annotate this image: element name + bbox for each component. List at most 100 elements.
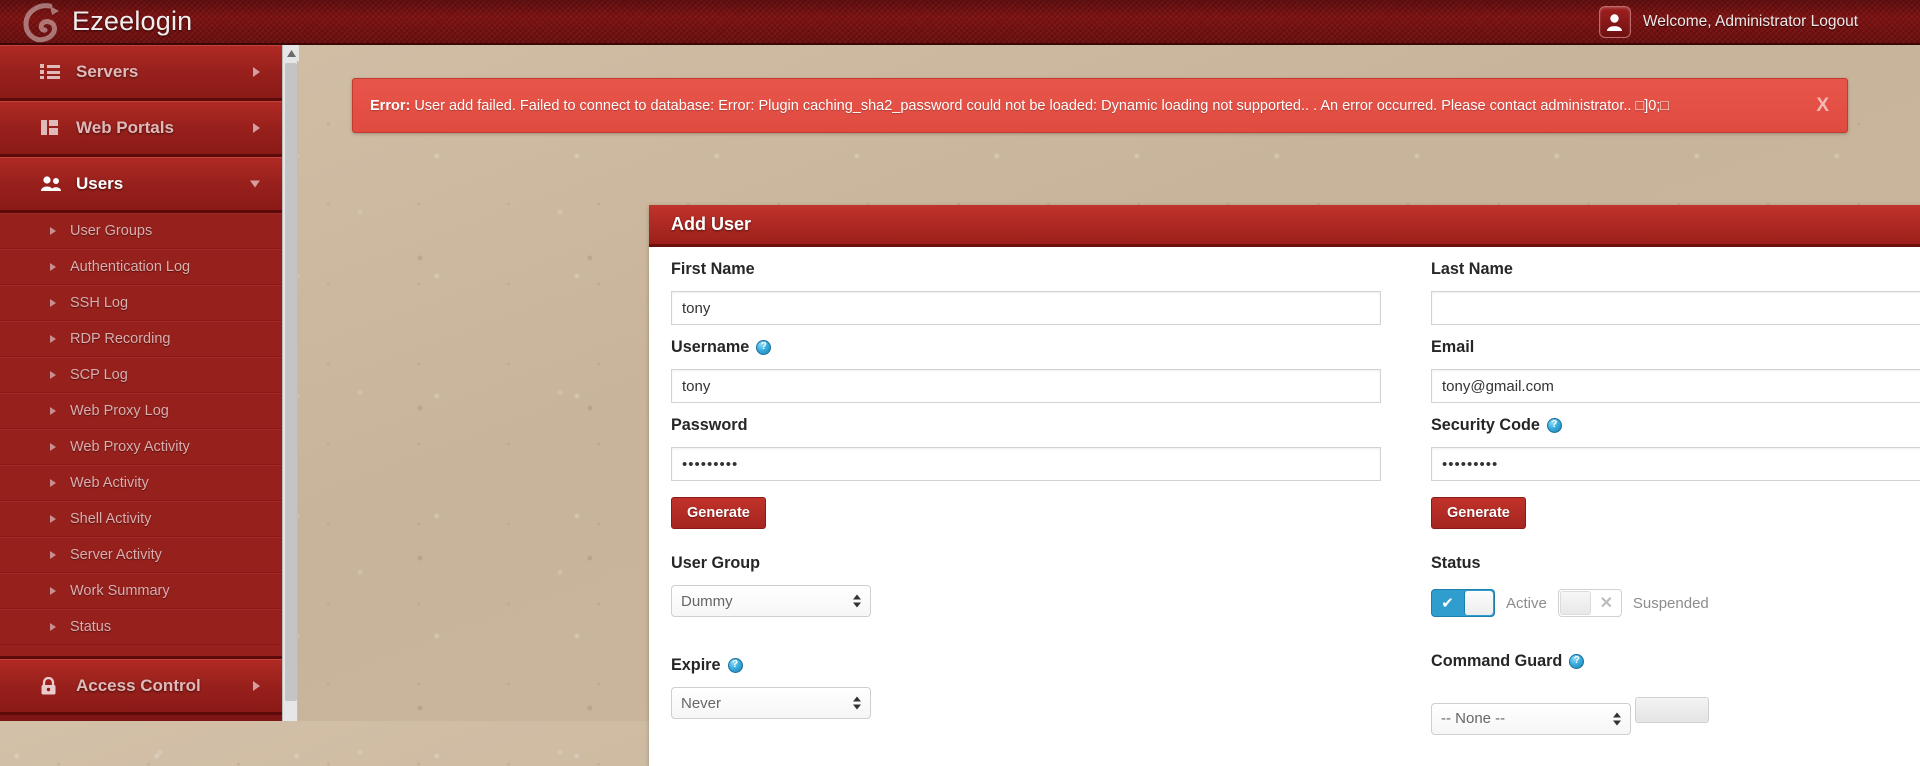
user-menu[interactable]: Welcome, Administrator Logout: [1598, 6, 1858, 38]
label-text: Status: [1431, 553, 1481, 572]
sidebar-subitem-label: SCP Log: [70, 367, 128, 383]
bullet-arrow-icon: [50, 263, 56, 271]
sidebar-scrollbar-thumb[interactable]: [285, 63, 297, 701]
bullet-arrow-icon: [50, 479, 56, 487]
help-icon[interactable]: ?: [727, 657, 743, 673]
first-name-label: First Name: [671, 247, 1381, 291]
label-text: Username: [671, 337, 750, 356]
sidebar-subitem-web-proxy-activity[interactable]: Web Proxy Activity: [0, 429, 282, 465]
sidebar-subitem-scp-log[interactable]: SCP Log: [0, 357, 282, 393]
sidebar-item-servers[interactable]: Servers: [0, 45, 282, 101]
expire-select[interactable]: Never: [671, 687, 871, 719]
bullet-arrow-icon: [50, 299, 56, 307]
user-group-select-wrap: Dummy: [671, 585, 871, 617]
command-guard-label: Command Guard ?: [1431, 639, 1920, 683]
sidebar-item-access-control[interactable]: Access Control: [0, 659, 282, 715]
welcome-text[interactable]: Welcome, Administrator Logout: [1643, 13, 1858, 31]
sidebar-subitem-rdp-recording[interactable]: RDP Recording: [0, 321, 282, 357]
email-input[interactable]: [1431, 369, 1920, 403]
label-text: Expire: [671, 655, 721, 674]
error-alert-prefix: Error:: [370, 97, 411, 114]
user-avatar-icon[interactable]: [1598, 6, 1631, 38]
help-icon[interactable]: ?: [1546, 417, 1562, 433]
bullet-arrow-icon: [50, 623, 56, 631]
sidebar-item-label: Access Control: [76, 676, 201, 695]
help-icon[interactable]: ?: [1569, 653, 1585, 669]
generate-password-button[interactable]: Generate: [671, 497, 766, 529]
main-content: Error: User add failed. Failed to connec…: [299, 45, 1920, 766]
sidebar-subitem-label: RDP Recording: [70, 331, 171, 347]
top-bar: Ezeelogin Welcome, Administrator Logout: [0, 0, 1920, 45]
field-last-name: Last Name: [1431, 247, 1920, 325]
sidebar-subitem-authentication-log[interactable]: Authentication Log: [0, 249, 282, 285]
user-group-select[interactable]: Dummy: [671, 585, 871, 617]
add-user-panel: Add User First Name Username ?: [649, 205, 1920, 766]
status-label: Status: [1431, 541, 1920, 585]
close-icon[interactable]: X: [1816, 95, 1829, 117]
sidebar-subitem-label: Authentication Log: [70, 259, 191, 275]
toggle-knob: [1559, 591, 1591, 615]
chevron-down-icon: [250, 180, 260, 188]
expire-select-wrap: Never: [671, 687, 871, 719]
sidebar-item-web-portals[interactable]: Web Portals: [0, 101, 282, 157]
sidebar-subitem-label: SSH Log: [70, 295, 129, 311]
bullet-arrow-icon: [50, 587, 56, 595]
command-guard-select[interactable]: -- None --: [1431, 702, 1631, 735]
last-name-label: Last Name: [1431, 247, 1920, 291]
sidebar-subitem-ssh-log[interactable]: SSH Log: [0, 285, 282, 321]
field-status: Status ✔ Active ✕ Suspended: [1431, 541, 1920, 621]
help-icon[interactable]: ?: [756, 339, 772, 355]
sidebar-subitem-label: Work Summary: [70, 583, 170, 599]
status-toggle-row: ✔ Active ✕ Suspended: [1431, 585, 1920, 621]
expire-label: Expire ?: [671, 643, 1381, 687]
partial-button-below-fold[interactable]: [1635, 697, 1710, 723]
chevron-right-icon: [253, 123, 260, 133]
field-password: Password Generate: [671, 403, 1381, 529]
ezeelogin-logo-icon: [23, 3, 59, 43]
sidebar-subitem-web-activity[interactable]: Web Activity: [0, 465, 282, 501]
field-user-group: User Group Dummy: [671, 541, 1381, 617]
chevron-right-icon: [253, 681, 260, 691]
last-name-input[interactable]: [1431, 291, 1920, 325]
sidebar-item-label: Servers: [76, 62, 139, 81]
bullet-arrow-icon: [50, 551, 56, 559]
chevron-right-icon: [253, 67, 260, 77]
command-guard-select-wrap: -- None --: [1431, 702, 1631, 735]
generate-security-code-button[interactable]: Generate: [1431, 497, 1526, 529]
bullet-arrow-icon: [50, 371, 56, 379]
security-code-input[interactable]: [1431, 447, 1920, 481]
field-email: Email: [1431, 325, 1920, 403]
people-icon: [40, 175, 61, 193]
password-input[interactable]: [671, 447, 1381, 481]
first-name-input[interactable]: [671, 291, 1381, 325]
sidebar-subitem-web-proxy-log[interactable]: Web Proxy Log: [0, 393, 282, 429]
lock-icon: [40, 676, 60, 695]
username-label: Username ?: [671, 325, 1381, 369]
field-command-guard: Command Guard ? -- None --: [1431, 639, 1920, 735]
status-active-toggle[interactable]: ✔: [1431, 589, 1495, 617]
bullet-arrow-icon: [50, 515, 56, 523]
error-alert: Error: User add failed. Failed to connec…: [352, 78, 1848, 133]
label-text: Last Name: [1431, 259, 1513, 278]
sidebar-subitem-work-summary[interactable]: Work Summary: [0, 573, 282, 609]
sidebar-subitem-user-groups[interactable]: User Groups: [0, 213, 282, 249]
status-suspended-toggle[interactable]: ✕: [1557, 589, 1622, 617]
field-first-name: First Name: [671, 247, 1381, 325]
sidebar-subitem-shell-activity[interactable]: Shell Activity: [0, 501, 282, 537]
sidebar-scrollbar[interactable]: [282, 45, 299, 721]
submenu-spacer: [0, 645, 282, 659]
bullet-arrow-icon: [50, 335, 56, 343]
sidebar-subitem-label: Web Activity: [70, 475, 149, 491]
form-column-left: First Name Username ? Password: [671, 247, 1381, 719]
sidebar-subitem-label: Shell Activity: [70, 511, 152, 527]
sidebar-item-label: Users: [76, 174, 124, 193]
sidebar: Servers Web Portals Users User Groups Au…: [0, 45, 282, 721]
sidebar-subitem-status[interactable]: Status: [0, 609, 282, 645]
user-group-label: User Group: [671, 541, 1381, 585]
sidebar-item-users[interactable]: Users: [0, 157, 282, 213]
sidebar-subitem-server-activity[interactable]: Server Activity: [0, 537, 282, 573]
scroll-up-icon[interactable]: [283, 45, 299, 61]
form-column-right: Last Name Email Security Code ?: [1431, 247, 1920, 735]
status-active-label: Active: [1506, 594, 1547, 612]
username-input[interactable]: [671, 369, 1381, 403]
